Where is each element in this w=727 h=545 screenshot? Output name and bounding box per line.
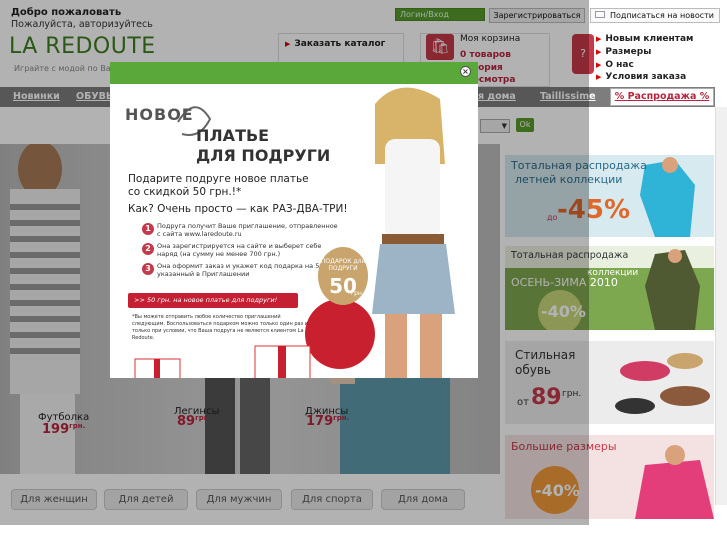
- modal-subtitle: Как? Очень просто — как РАЗ-ДВА-ТРИ!: [128, 203, 348, 215]
- info-link-label: Новым клиентам: [605, 34, 694, 44]
- arrow-icon: ▶: [596, 60, 602, 69]
- arrow-icon: ▶: [596, 47, 602, 56]
- step-text: Она зарегистрируется на сайте и выберет …: [157, 242, 322, 258]
- subscribe-label: Подписаться на новости: [610, 11, 714, 20]
- info-link-label: Условия заказа: [605, 72, 687, 83]
- page-scrollbar[interactable]: [715, 107, 727, 505]
- info-links: ▶ Новым клиентам ▶ Размеры ▶ О нас ▶ Условия…: [596, 33, 693, 84]
- step-text: Она оформит заказ и укажет код подарка н…: [157, 262, 338, 278]
- step-number-icon: 3: [142, 263, 154, 275]
- info-link-new-clients[interactable]: ▶ Новым клиентам: [596, 33, 693, 46]
- modal-subtitle: Подарите подруге новое платье: [128, 173, 309, 185]
- subscribe-button[interactable]: Подписаться на новости: [590, 8, 720, 23]
- step-number-icon: 2: [142, 243, 154, 255]
- arrow-icon: ▶: [596, 73, 602, 82]
- info-link-sizes[interactable]: ▶ Размеры: [596, 46, 693, 59]
- step-text: Подруга получит Ваше приглашение, отправ…: [157, 222, 338, 238]
- modal-title-line3: ДЛЯ ПОДРУГИ: [196, 146, 331, 165]
- info-link-about[interactable]: ▶ О нас: [596, 59, 693, 72]
- close-icon[interactable]: ×: [460, 66, 471, 77]
- modal-title-line2: ПЛАТЬЕ: [196, 126, 270, 145]
- modal-title-line1: НОВОЕ: [125, 105, 194, 124]
- page-bottom: [0, 525, 727, 545]
- gift-badge-text: ПОДАРОК для ПОДРУГИ: [320, 258, 366, 272]
- arrow-icon: ▶: [596, 35, 602, 43]
- step-number-icon: 1: [142, 223, 154, 235]
- modal-fine-print: *Вы можете отправить любое количество пр…: [132, 314, 309, 341]
- referral-cta-button[interactable]: >> 50 грн. на новое платье для подруги!: [128, 293, 298, 308]
- envelope-icon: [595, 11, 605, 18]
- modal-subtitle: со скидкой 50 грн.!*: [128, 186, 242, 198]
- nav-item-sale[interactable]: % Распродажа %: [610, 88, 714, 106]
- gift-badge-currency: грн.: [351, 290, 364, 297]
- info-link-terms[interactable]: ▶ Условия заказа: [596, 71, 693, 84]
- info-link-label: О нас: [605, 59, 634, 70]
- info-link-label: Размеры: [605, 46, 652, 57]
